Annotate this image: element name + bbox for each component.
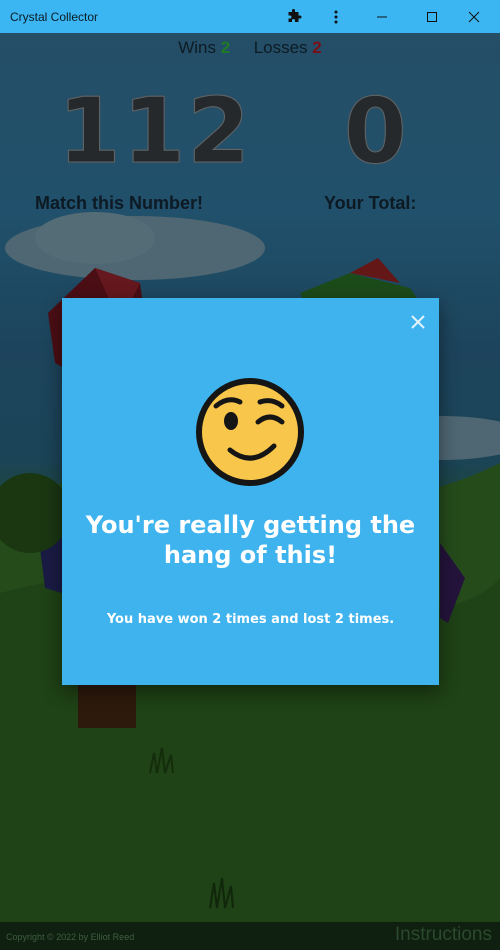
more-options-icon[interactable] — [325, 6, 347, 28]
scoreboard: Wins 2 Losses 2 — [0, 38, 500, 58]
instructions-link[interactable]: Instructions — [395, 924, 492, 946]
close-icon[interactable] — [410, 314, 426, 330]
total-label: Your Total: — [324, 193, 417, 213]
target-label: Match this Number! — [35, 193, 204, 213]
minimize-icon[interactable] — [371, 6, 393, 28]
target-number: 112 — [58, 79, 252, 184]
footer: Copyright © 2022 by Elliot Reed Instruct… — [0, 922, 500, 950]
total-number: 0 — [344, 79, 408, 184]
losses-count: 2 — [312, 38, 322, 57]
copyright-text: Copyright © 2022 by Elliot Reed — [6, 932, 135, 942]
puzzle-icon[interactable] — [283, 6, 305, 28]
close-window-icon[interactable] — [463, 6, 485, 28]
modal-heading: You're really getting the hang of this! — [85, 511, 416, 569]
modal-message: You have won 2 times and lost 2 times. — [106, 612, 395, 627]
winking-face-icon — [196, 378, 304, 486]
losses-label: Losses — [253, 38, 308, 57]
wins-count: 2 — [220, 38, 231, 57]
maximize-icon[interactable] — [421, 6, 443, 28]
result-modal: You're really getting the hang of this! … — [62, 298, 439, 685]
wins-label: Wins — [178, 38, 217, 57]
title-bar: Crystal Collector — [0, 0, 500, 33]
window-title: Crystal Collector — [10, 10, 99, 24]
